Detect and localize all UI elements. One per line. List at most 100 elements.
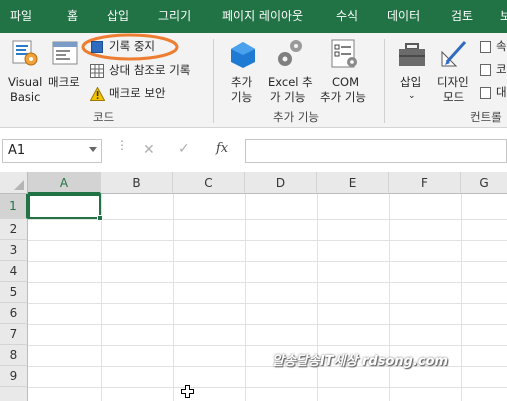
com-add-ins-button[interactable]: COM 추가 기능 [318,35,376,107]
view-code-icon [480,64,491,76]
row-header-1[interactable]: 1 [0,194,28,219]
column-header-d[interactable]: D [245,172,317,194]
chevron-down-icon[interactable] [89,147,97,152]
tab-review[interactable]: 검토 [451,0,473,33]
name-box[interactable]: A1 [2,139,102,163]
grid-line [245,194,246,401]
grid-line [28,303,507,304]
row-header-3[interactable]: 3 [0,240,28,261]
code-group-label: 코드 [93,110,115,124]
macro-security-label: 매크로 보안 [109,86,166,100]
cell-cursor-icon [181,385,194,398]
cancel-icon[interactable]: ✕ [143,142,155,158]
relative-references-button[interactable]: 상대 참조로 기록 [90,62,205,80]
properties-icon [480,41,491,53]
view-code-button[interactable]: 코 [480,62,507,80]
watermark: 알송달송IT세상 rdsong.com [272,354,449,369]
active-cell-a1[interactable] [28,194,101,219]
grid-line [28,282,507,283]
properties-label: 속 [496,39,507,53]
tab-page-layout[interactable]: 페이지 레이아웃 [222,0,303,33]
grid-line [101,194,102,401]
row-header-9[interactable]: 9 [0,366,28,387]
visual-basic-button[interactable]: Visual Basic [3,35,47,107]
dialog-icon [480,87,491,99]
gears-icon [278,40,302,66]
visual-basic-icon [12,40,38,66]
tab-home[interactable]: 홈 [67,0,78,33]
visual-basic-label-2: Basic [10,90,41,104]
fill-handle[interactable] [97,215,103,221]
ribbon: Visual Basic 매크로 기록 중지 상대 참조로 기록 매크로 보안 … [0,33,507,128]
grid-line [28,387,507,388]
grid-line [28,261,507,262]
tab-insert[interactable]: 삽입 [107,0,129,33]
stop-recording-button[interactable]: 기록 중지 [90,38,175,56]
row-header-6[interactable]: 6 [0,303,28,324]
worksheet-grid[interactable]: A B C D E F G 1 2 3 4 5 6 7 8 9 알송달송IT세상… [0,172,507,401]
relative-references-label: 상대 참조로 기록 [109,63,191,77]
grid-line [317,194,318,401]
design-mode-icon [441,40,467,67]
grid-line [28,345,507,346]
tab-view[interactable]: 보 [500,0,507,33]
run-dialog-label: 대 [496,85,507,99]
group-separator [213,39,214,123]
warning-icon [90,87,105,101]
grid-line [173,194,174,401]
controls-group-label: 컨트롤 [470,110,502,124]
add-ins-button[interactable]: 추가 기능 [222,35,264,107]
grid-line [461,194,462,401]
grid-line [28,324,507,325]
toolbox-icon [399,43,425,66]
com-add-ins-icon [331,39,357,68]
design-mode-label-2: 모드 [443,90,465,104]
properties-button[interactable]: 속 [480,39,507,57]
column-header-a[interactable]: A [28,172,101,194]
row-header-5[interactable]: 5 [0,282,28,303]
insert-controls-button[interactable]: 삽입 ⌄ [393,35,431,107]
column-header-b[interactable]: B [101,172,173,194]
row-header-7[interactable]: 7 [0,324,28,345]
design-mode-label-1: 디자인 [437,75,469,89]
excel-add-ins-button[interactable]: Excel 추 가 기능 [265,35,315,107]
com-add-ins-label-1: COM [332,75,360,89]
tab-data[interactable]: 데이터 [387,0,420,33]
column-header-c[interactable]: C [173,172,245,194]
formula-bar: A1 ⋮ ✕ ✓ fx [0,128,507,172]
drag-handle-icon[interactable]: ⋮ [116,139,128,151]
insert-controls-label: 삽입 [400,75,422,89]
macro-icon [52,41,78,65]
tab-formulas[interactable]: 수식 [336,0,358,33]
column-header-f[interactable]: F [389,172,461,194]
add-ins-icon [231,42,255,68]
visual-basic-label-1: Visual [8,75,43,89]
macro-security-button[interactable]: 매크로 보안 [90,85,180,103]
excel-add-ins-label-1: Excel 추 [268,75,313,89]
stop-square-icon [91,41,103,53]
row-header-2[interactable]: 2 [0,219,28,240]
row-header-4[interactable]: 4 [0,261,28,282]
formula-input[interactable] [245,139,507,163]
column-header-e[interactable]: E [317,172,389,194]
grid-line [389,194,390,401]
select-all-corner[interactable] [0,172,28,194]
row-header-10[interactable] [0,387,28,401]
tab-file[interactable]: 파일 [10,0,32,33]
name-box-value: A1 [8,143,26,158]
view-code-label: 코 [496,62,507,76]
select-all-icon [14,180,24,190]
design-mode-button[interactable]: 디자인 모드 [433,35,475,107]
add-ins-label-2: 기능 [231,90,253,104]
com-add-ins-label-2: 추가 기능 [320,90,366,104]
run-dialog-button[interactable]: 대 [480,85,507,103]
tab-draw[interactable]: 그리기 [158,0,191,33]
column-header-g[interactable]: G [461,172,507,194]
macros-label: 매크로 [48,75,80,89]
chevron-down-icon: ⌄ [408,91,416,101]
group-separator [384,39,385,123]
enter-icon[interactable]: ✓ [178,141,190,157]
insert-function-icon[interactable]: fx [216,141,228,156]
excel-add-ins-label-2: 가 기능 [270,90,306,104]
row-header-8[interactable]: 8 [0,345,28,366]
